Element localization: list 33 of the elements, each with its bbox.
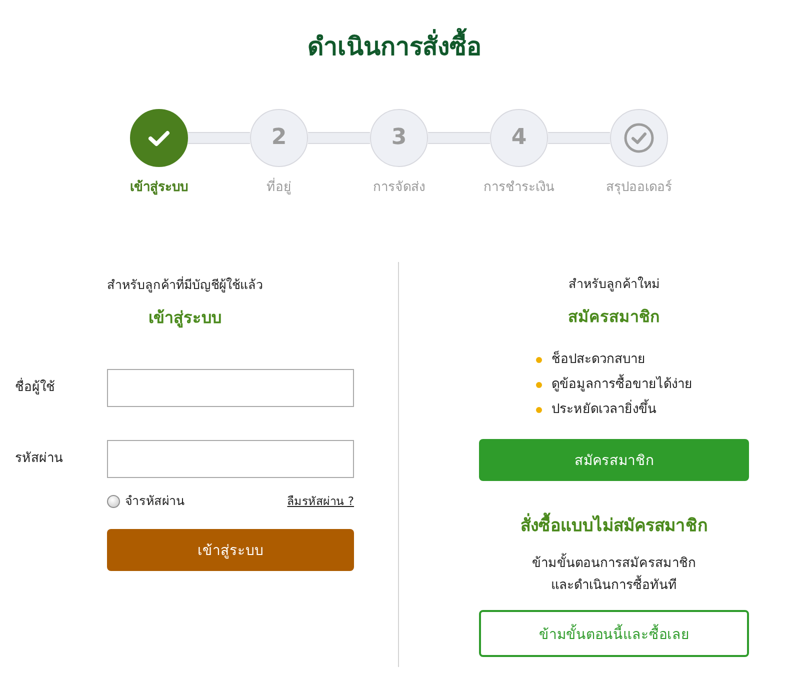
description-text: ข้ามขั้นตอนการสมัครสมาชิก และดำเนินการซื้อทันที xyxy=(532,553,696,597)
bullet-dot-icon xyxy=(536,356,542,362)
input-field[interactable] xyxy=(107,440,354,478)
benefit-text: ประหยัดเวลายิ่งขึ้น xyxy=(552,400,656,420)
section-heading: สั่งซื้อแบบไม่สมัครสมาชิก xyxy=(520,512,708,540)
forgot-password-link[interactable]: ลืมรหัสผ่าน ? xyxy=(287,492,354,510)
login-button[interactable]: เข้าสู่ระบบ xyxy=(107,529,354,571)
section-subtitle: สำหรับลูกค้าที่มีบัญชีผู้ใช้แล้ว xyxy=(107,275,263,294)
bullet-dot-icon xyxy=(536,382,542,388)
remember-label: จำรหัสผ่าน xyxy=(125,492,185,510)
field-label: รหัสผ่าน xyxy=(14,450,64,468)
remember-radio-button[interactable] xyxy=(107,494,120,508)
page-title: ดำเนินการสั่งซื้อ xyxy=(308,28,482,66)
section-heading: เข้าสู่ระบบ xyxy=(148,307,222,330)
section-subtitle: สำหรับลูกค้าใหม่ xyxy=(568,275,660,294)
bullet-dot-icon xyxy=(536,406,542,412)
signup-button[interactable]: สมัครสมาชิก xyxy=(479,439,749,481)
circled-check-icon xyxy=(624,123,654,153)
step-number: 2 xyxy=(271,125,287,151)
input-field[interactable] xyxy=(107,369,354,407)
step-label: เข้าสู่ระบบ xyxy=(130,178,188,197)
field-label: ชื่อผู้ใช้ xyxy=(0,378,107,398)
step-number: 4 xyxy=(511,125,527,151)
benefit-text: ช็อปสะดวกสบาย xyxy=(552,350,646,368)
step-label: สรุปออเดอร์ xyxy=(606,178,672,197)
section-heading: สมัครสมาชิก xyxy=(568,306,660,328)
step-label: ที่อยู่ xyxy=(266,178,292,198)
benefit-text: ดูข้อมูลการซื้อขายได้ง่าย xyxy=(552,374,692,394)
check-icon xyxy=(148,130,170,146)
step-label: การชำระเงิน xyxy=(484,179,554,197)
step-label: การจัดส่ง xyxy=(373,179,425,197)
step-number: 3 xyxy=(391,125,407,151)
guest-checkout-button[interactable]: ข้ามขั้นตอนนี้และซื้อเลย xyxy=(479,610,749,657)
